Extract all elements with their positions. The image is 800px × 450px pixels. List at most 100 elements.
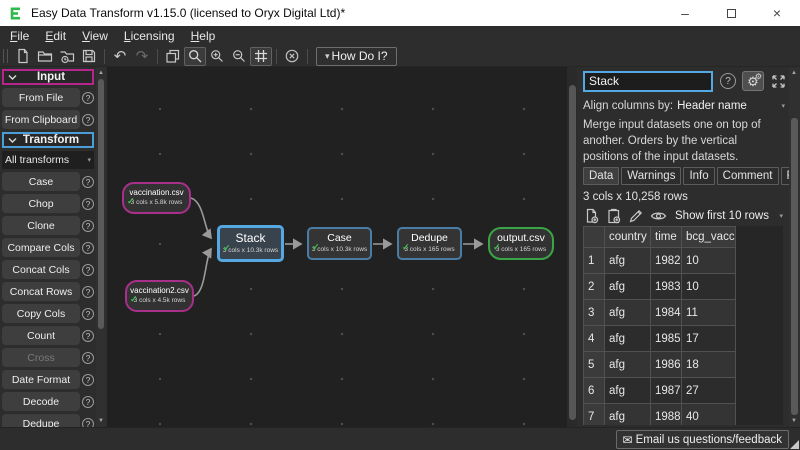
remove-button[interactable] — [281, 47, 303, 66]
menu-help[interactable]: Help — [183, 27, 224, 45]
undo-button[interactable]: ↶ — [109, 47, 131, 66]
scroll-down-icon[interactable]: ▼ — [789, 416, 799, 426]
duplicate-button[interactable] — [162, 47, 184, 66]
help-icon[interactable]: ? — [82, 374, 94, 386]
help-icon[interactable]: ? — [82, 308, 94, 320]
node-name-input[interactable] — [583, 71, 713, 92]
node-vaccination-csv[interactable]: vaccination.csv 3 cols x 5.8k rows ✓ — [122, 182, 191, 214]
feedback-button[interactable]: ✉ Email us questions/feedback — [616, 430, 789, 449]
envelope-icon: ✉ — [623, 433, 633, 447]
table-row: 7 afg 1988 40 — [584, 404, 736, 426]
node-stack[interactable]: Stack 3 cols x 10.3k rows ✓ — [217, 225, 284, 262]
zoom-out-button[interactable] — [228, 47, 250, 66]
tab-warnings[interactable]: Warnings — [621, 167, 681, 185]
table-corner-cell[interactable] — [584, 227, 605, 248]
align-columns-dropdown[interactable]: Align columns by: Header name ▾ — [583, 98, 785, 114]
node-dedupe[interactable]: Dedupe 3 cols x 165 rows ✓ — [397, 227, 462, 260]
transform-dedupe-button[interactable]: Dedupe — [2, 414, 80, 427]
help-icon[interactable]: ? — [82, 264, 94, 276]
table-row: 1 afg 1982 10 — [584, 248, 736, 274]
resize-grip[interactable] — [790, 440, 799, 449]
transform-copy-cols-button[interactable]: Copy Cols — [2, 304, 80, 323]
canvas-scrollbar[interactable] — [567, 67, 577, 427]
edit-values-button[interactable] — [625, 207, 647, 225]
canvas-scrollbar-thumb[interactable] — [569, 85, 576, 420]
zoom-in-button[interactable] — [206, 47, 228, 66]
col-header-time[interactable]: time — [651, 227, 682, 248]
help-icon[interactable]: ? — [82, 242, 94, 254]
inspector-scrollbar[interactable]: ▲ ▼ — [789, 67, 800, 427]
export-file-button[interactable] — [581, 207, 603, 225]
node-output-csv[interactable]: output.csv 3 cols x 165 rows ✓ — [488, 227, 554, 260]
sidebar-scrollbar-thumb[interactable] — [98, 79, 104, 329]
copy-to-clipboard-button[interactable] — [603, 207, 625, 225]
how-do-i-button[interactable]: ▾ How Do I? — [316, 47, 397, 66]
toolbar-separator — [104, 49, 105, 64]
transform-filter-dropdown[interactable]: All transforms ▾ — [2, 151, 94, 169]
from-clipboard-button[interactable]: From Clipboard — [2, 110, 80, 129]
help-icon[interactable]: ? — [82, 176, 94, 188]
help-icon[interactable]: ? — [82, 286, 94, 298]
scroll-up-icon[interactable]: ▲ — [789, 68, 799, 78]
node-vaccination2-csv[interactable]: vaccination2.csv 3 cols x 4.5k rows ✓ — [125, 280, 194, 312]
expand-button[interactable] — [769, 72, 787, 90]
caret-down-icon: ▾ — [781, 102, 785, 110]
node-canvas[interactable]: vaccination.csv 3 cols x 5.8k rows ✓ vac… — [107, 67, 567, 427]
from-file-button[interactable]: From File — [2, 88, 80, 107]
options-button[interactable]: ⚙ ⚙ — [742, 71, 764, 91]
node-case[interactable]: Case 3 cols x 10.3k rows ✓ — [307, 227, 372, 260]
tab-comment[interactable]: Comment — [717, 167, 779, 185]
transform-count-button[interactable]: Count — [2, 326, 80, 345]
help-icon[interactable]: ? — [82, 92, 94, 104]
transform-concat-rows-button[interactable]: Concat Rows — [2, 282, 80, 301]
open-recent-button[interactable] — [56, 47, 78, 66]
help-icon[interactable]: ? — [82, 418, 94, 428]
help-icon[interactable]: ? — [82, 114, 94, 126]
tab-data[interactable]: Data — [583, 167, 619, 185]
expand-icon — [771, 74, 786, 89]
preview-button[interactable] — [647, 207, 669, 225]
toolbar-separator — [157, 49, 158, 64]
transform-date-format-button[interactable]: Date Format — [2, 370, 80, 389]
col-header-bcg-vacc[interactable]: bcg_vacc — [682, 227, 736, 248]
menu-file[interactable]: File — [2, 27, 37, 45]
maximize-button[interactable] — [708, 0, 754, 26]
transform-concat-cols-button[interactable]: Concat Cols — [2, 260, 80, 279]
new-file-icon — [15, 48, 31, 64]
check-icon: ✓ — [127, 196, 135, 207]
inspector-scrollbar-thumb[interactable] — [791, 118, 798, 415]
help-icon[interactable]: ? — [82, 352, 94, 364]
col-header-country[interactable]: country — [605, 227, 651, 248]
help-icon[interactable]: ? — [720, 73, 736, 89]
new-file-button[interactable] — [12, 47, 34, 66]
show-rows-dropdown[interactable]: Show first 10 rows ▾ — [675, 210, 785, 222]
check-icon: ✓ — [402, 242, 410, 253]
scroll-up-icon[interactable]: ▲ — [96, 68, 106, 78]
transform-section-header[interactable]: Transform — [2, 132, 94, 148]
scroll-down-icon[interactable]: ▼ — [96, 416, 106, 426]
save-button[interactable] — [78, 47, 100, 66]
grid-toggle-button[interactable] — [250, 47, 272, 66]
open-file-button[interactable] — [34, 47, 56, 66]
menu-licensing[interactable]: Licensing — [116, 27, 183, 45]
tab-info[interactable]: Info — [683, 167, 714, 185]
search-icon — [187, 48, 203, 64]
toolbar-grip[interactable] — [3, 49, 8, 63]
close-button[interactable]: × — [754, 0, 800, 26]
search-button[interactable] — [184, 47, 206, 66]
help-icon[interactable]: ? — [82, 396, 94, 408]
transform-chop-button[interactable]: Chop — [2, 194, 80, 213]
menu-view[interactable]: View — [74, 27, 116, 45]
minimize-button[interactable]: – — [662, 0, 708, 26]
menu-edit[interactable]: Edit — [37, 27, 74, 45]
input-section-header[interactable]: Input — [2, 69, 94, 85]
transform-clone-button[interactable]: Clone — [2, 216, 80, 235]
transform-case-button[interactable]: Case — [2, 172, 80, 191]
help-icon[interactable]: ? — [82, 330, 94, 342]
help-icon[interactable]: ? — [82, 220, 94, 232]
transform-compare-cols-button[interactable]: Compare Cols — [2, 238, 80, 257]
sidebar-scrollbar[interactable]: ▲ ▼ — [96, 67, 106, 427]
transform-decode-button[interactable]: Decode — [2, 392, 80, 411]
help-icon[interactable]: ? — [82, 198, 94, 210]
app-logo-icon — [8, 6, 23, 21]
